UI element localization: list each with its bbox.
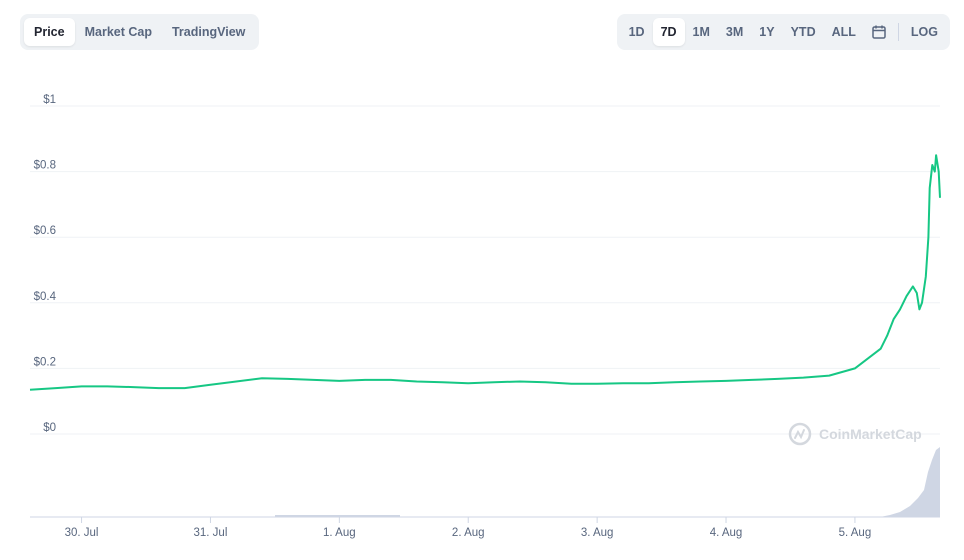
watermark-text: CoinMarketCap	[819, 426, 922, 442]
x-tick-label: 1. Aug	[323, 527, 356, 539]
y-tick-label: $0.2	[34, 356, 56, 368]
x-tick-label: 30. Jul	[65, 527, 99, 539]
y-tick-label: $0.8	[34, 160, 56, 172]
y-tick-label: $1	[43, 94, 56, 106]
price-line	[29, 154, 941, 391]
price-chart: $0 $0.2 $0.4 $0.6 $0.8 $1 CoinMarketCap 30. J…	[29, 94, 941, 539]
x-tick-label: 2. Aug	[452, 527, 485, 539]
y-axis: $0 $0.2 $0.4 $0.6 $0.8 $1	[34, 94, 57, 434]
watermark: CoinMarketCap	[788, 422, 922, 446]
y-tick-label: $0	[43, 422, 56, 434]
volume-bars	[880, 447, 940, 517]
y-tick-label: $0.6	[34, 225, 56, 237]
grid	[30, 105, 940, 435]
x-tick-label: 3. Aug	[581, 527, 614, 539]
x-tick-label: 5. Aug	[839, 527, 872, 539]
price-line-series	[29, 154, 941, 391]
y-tick-label: $0.4	[34, 291, 57, 303]
volume-area	[275, 447, 940, 517]
x-tick-label: 4. Aug	[710, 527, 743, 539]
x-axis: 30. Jul 31. Jul 1. Aug 2. Aug 3. Aug 4. Aug 5.…	[65, 517, 872, 539]
x-tick-label: 31. Jul	[194, 527, 228, 539]
